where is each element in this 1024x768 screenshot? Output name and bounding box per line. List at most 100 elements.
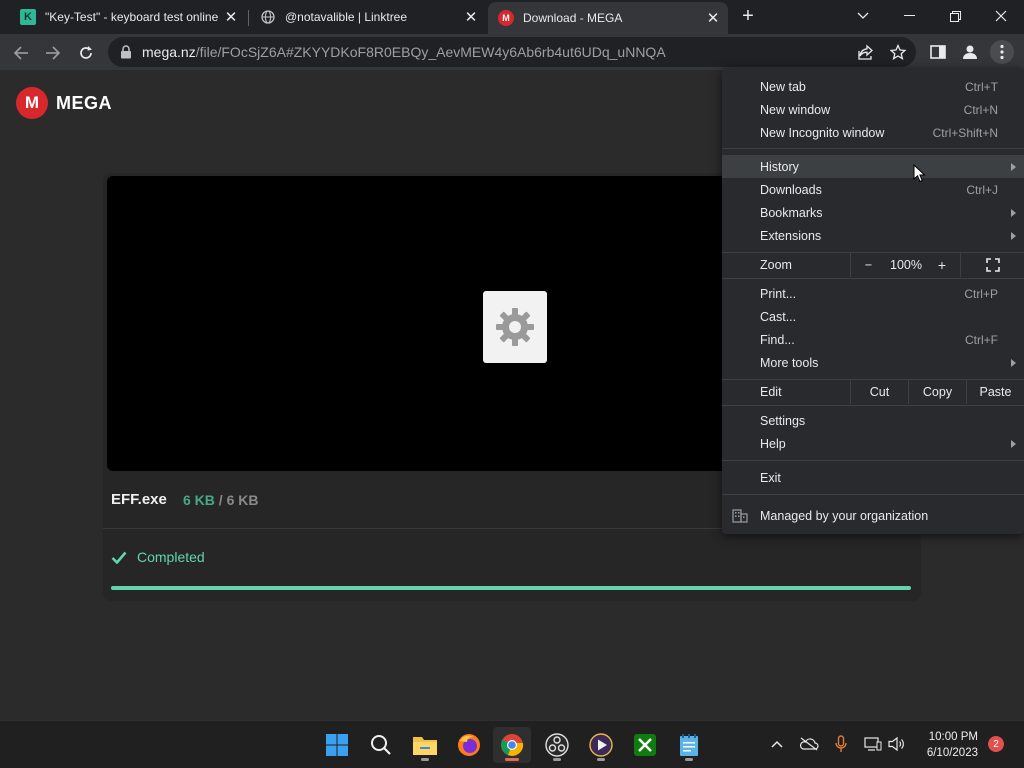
tab-mega-active[interactable]: M Download - MEGA ✕ [488, 2, 728, 34]
menu-item-bookmarks[interactable]: Bookmarks [722, 201, 1024, 224]
microphone-icon[interactable] [830, 733, 852, 755]
menu-item-more-tools[interactable]: More tools [722, 351, 1024, 374]
tab-title: Download - MEGA [523, 11, 623, 25]
notification-badge[interactable]: 2 [988, 736, 1004, 752]
menu-label: Settings [760, 413, 806, 428]
zoom-label: Zoom [760, 258, 792, 272]
menu-shortcut: Ctrl+F [965, 332, 998, 347]
menu-item-history[interactable]: History [722, 155, 1024, 178]
share-icon[interactable] [854, 40, 878, 64]
volume-icon[interactable] [886, 733, 908, 755]
mouse-cursor-icon [913, 164, 926, 183]
menu-separator [722, 148, 1024, 149]
tab-title: "Key-Test" - keyboard test online [45, 10, 219, 24]
chrome-icon[interactable] [493, 727, 531, 763]
fullscreen-icon[interactable] [960, 253, 1024, 277]
media-player-icon[interactable] [582, 727, 620, 763]
address-bar[interactable]: mega.nz/file/FOcSjZ6A#ZKYYDKoF8R0EBQy_Ae… [108, 37, 916, 67]
menu-item-cast[interactable]: Cast... [722, 305, 1024, 328]
kebab-menu-icon[interactable] [990, 40, 1014, 64]
menu-item-help[interactable]: Help [722, 432, 1024, 455]
obs-icon[interactable] [538, 727, 576, 763]
menu-item-extensions[interactable]: Extensions [722, 224, 1024, 247]
url-host: mega.nz [142, 44, 196, 60]
menu-item-exit[interactable]: Exit [722, 466, 1024, 489]
tab-search-chevron-icon[interactable] [840, 0, 886, 32]
mega-logo[interactable]: M MEGA [16, 87, 112, 119]
menu-separator [722, 405, 1024, 406]
minimize-button[interactable] [886, 0, 932, 32]
profile-icon[interactable] [958, 40, 982, 64]
menu-label: Extensions [760, 228, 822, 243]
tab-linktree[interactable]: @notavalible | Linktree ✕ [250, 0, 486, 34]
firefox-icon[interactable] [450, 727, 488, 763]
running-indicator [421, 758, 429, 761]
network-icon[interactable] [862, 733, 884, 755]
close-icon[interactable]: ✕ [220, 8, 242, 26]
menu-item-downloads[interactable]: Downloads Ctrl+J [722, 178, 1024, 201]
menu-item-new-window[interactable]: New window Ctrl+N [722, 98, 1024, 121]
menu-label: Bookmarks [760, 205, 823, 220]
menu-item-new-tab[interactable]: New tab Ctrl+T [722, 75, 1024, 98]
close-icon[interactable]: ✕ [702, 9, 724, 27]
edit-label: Edit [760, 385, 782, 399]
back-button[interactable] [8, 40, 34, 66]
tab-title: @notavalible | Linktree [285, 10, 408, 24]
menu-label: History [760, 159, 799, 174]
menu-label: New Incognito window [760, 125, 885, 140]
menu-separator [722, 494, 1024, 495]
menu-item-managed[interactable]: Managed by your organization [722, 504, 1024, 527]
forward-button[interactable] [40, 40, 66, 66]
progress-fill [111, 586, 911, 590]
menu-label: Find... [760, 332, 795, 347]
menu-item-settings[interactable]: Settings [722, 409, 1024, 432]
start-icon[interactable] [318, 727, 356, 763]
url-path: /file/FOcSjZ6A#ZKYYDKoF8R0EBQy_AevMEW4y6… [195, 44, 666, 60]
chrome-main-menu: New tab Ctrl+T New window Ctrl+N New Inc… [722, 68, 1024, 534]
menu-edit-row: Edit Cut Copy Paste [722, 380, 1024, 404]
screen: K "Key-Test" - keyboard test online ✕ @n… [0, 0, 1024, 768]
side-panel-icon[interactable] [926, 40, 950, 64]
copy-button[interactable]: Copy [908, 380, 966, 404]
download-status: Completed [111, 549, 205, 565]
system-clock[interactable]: 10:00 PM 6/10/2023 [927, 729, 978, 761]
submenu-arrow-icon [1011, 439, 1016, 448]
reload-button[interactable] [73, 40, 99, 66]
search-icon[interactable] [362, 727, 400, 763]
downloaded-size: 6 KB [183, 492, 215, 508]
menu-label: Cast... [760, 309, 797, 324]
zoom-out-button[interactable]: − [850, 253, 886, 277]
zoom-in-button[interactable]: + [926, 253, 958, 277]
download-progress-bar [111, 586, 911, 590]
close-window-button[interactable] [978, 0, 1024, 32]
xbox-icon[interactable] [626, 727, 664, 763]
menu-label: More tools [760, 355, 819, 370]
submenu-arrow-icon [1011, 162, 1016, 171]
submenu-arrow-icon [1011, 231, 1016, 240]
paste-button[interactable]: Paste [966, 380, 1024, 404]
status-text: Completed [137, 549, 205, 565]
zoom-level: 100% [890, 258, 922, 272]
menu-label: Exit [760, 470, 781, 485]
chevron-up-icon[interactable] [766, 733, 788, 755]
menu-label: Downloads [760, 182, 822, 197]
running-indicator [553, 758, 561, 761]
notepad-icon[interactable] [670, 727, 708, 763]
bookmark-star-icon[interactable] [886, 40, 910, 64]
lock-icon[interactable] [120, 45, 132, 59]
cut-button[interactable]: Cut [850, 380, 908, 404]
tab-key-test[interactable]: K "Key-Test" - keyboard test online ✕ [10, 0, 246, 34]
menu-item-find[interactable]: Find... Ctrl+F [722, 328, 1024, 351]
close-icon[interactable]: ✕ [460, 8, 482, 26]
size-separator: / [218, 492, 223, 508]
file-name: EFF.exe [111, 491, 167, 508]
brand-name: MEGA [56, 92, 112, 113]
clock-time: 10:00 PM [928, 731, 978, 743]
onedrive-offline-icon[interactable] [798, 733, 820, 755]
total-size: 6 KB [226, 492, 259, 508]
file-explorer-icon[interactable] [406, 727, 444, 763]
menu-item-new-incognito[interactable]: New Incognito window Ctrl+Shift+N [722, 121, 1024, 144]
restore-button[interactable] [932, 0, 978, 32]
menu-item-print[interactable]: Print... Ctrl+P [722, 282, 1024, 305]
new-tab-button[interactable]: + [736, 4, 760, 28]
